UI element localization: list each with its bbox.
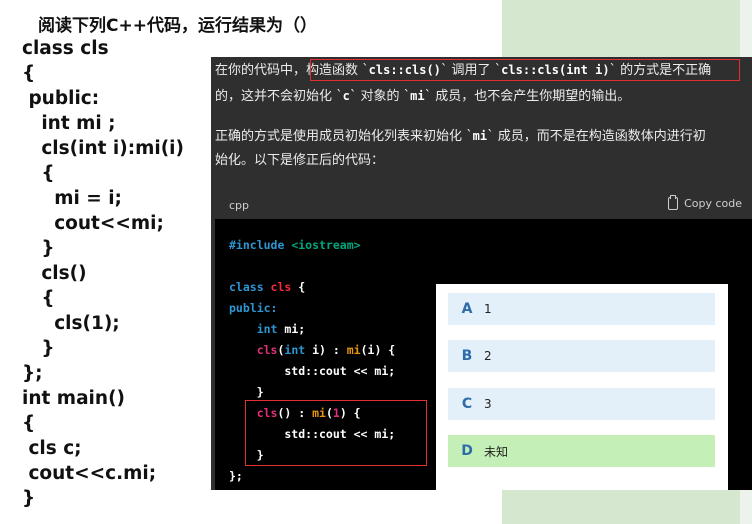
code-line: public: bbox=[229, 301, 278, 315]
answer-paragraph-2-line-1: 正确的方式是使用成员初始化列表来初始化 `mi` 成员，而不是在构造函数体内进行… bbox=[215, 129, 706, 144]
code-line: } bbox=[229, 385, 264, 399]
code-line: cls c; bbox=[22, 438, 82, 459]
option-a[interactable]: A 1 bbox=[448, 293, 715, 325]
option-letter: A bbox=[461, 301, 473, 317]
code-line: mi = i; bbox=[22, 188, 122, 209]
code-line: } bbox=[22, 338, 55, 359]
code-line: cout<<c.mi; bbox=[22, 463, 157, 484]
code-line: { bbox=[22, 163, 55, 184]
clipboard-icon bbox=[668, 195, 679, 210]
copy-code-button[interactable]: Copy code bbox=[668, 195, 742, 210]
answer-options-card: A 1 B 2 C 3 D 未知 bbox=[436, 284, 728, 490]
code-line: class cls { bbox=[229, 280, 306, 294]
code-line: class cls bbox=[22, 38, 109, 59]
code-language-label: cpp bbox=[229, 199, 250, 212]
code-block-header: cpp Copy code bbox=[215, 191, 752, 219]
option-letter: C bbox=[461, 396, 473, 412]
code-line: } bbox=[22, 238, 55, 259]
code-line: std::cout << mi; bbox=[229, 364, 396, 378]
code-line: int mi; bbox=[229, 322, 306, 336]
code-line: cls(int i) : mi(i) { bbox=[229, 343, 396, 357]
code-line: { bbox=[22, 413, 36, 434]
code-line: { bbox=[22, 288, 55, 309]
code-line: int mi ; bbox=[22, 113, 116, 134]
option-d[interactable]: D 未知 bbox=[448, 435, 715, 467]
answer-paragraph-2-line-2: 始化。以下是修正后的代码： bbox=[215, 153, 385, 168]
answer-paragraph-1-line-2: 的，这并不会初始化 `c` 对象的 `mi` 成员，也不会产生你期望的输出。 bbox=[215, 89, 631, 104]
code-line: int main() bbox=[22, 388, 125, 409]
code-line: cout<<mi; bbox=[22, 213, 164, 234]
code-line: cls(int i):mi(i) bbox=[22, 138, 184, 159]
option-text: 1 bbox=[484, 302, 492, 316]
code-line: public: bbox=[22, 88, 100, 109]
option-letter: D bbox=[461, 443, 473, 459]
code-line: { bbox=[22, 63, 36, 84]
code-line: }; bbox=[22, 363, 43, 384]
code-line: #include <iostream> bbox=[229, 238, 361, 252]
highlight-box bbox=[310, 59, 740, 81]
option-text: 3 bbox=[484, 397, 492, 411]
code-line: cls(1); bbox=[22, 313, 120, 334]
option-text: 2 bbox=[484, 349, 492, 363]
code-line: }; bbox=[229, 469, 243, 483]
option-letter: B bbox=[461, 348, 473, 364]
option-b[interactable]: B 2 bbox=[448, 340, 715, 372]
highlight-box bbox=[245, 400, 427, 466]
code-line: } bbox=[22, 488, 36, 509]
option-text: 未知 bbox=[484, 444, 509, 459]
question-title: 阅读下列C++代码，运行结果为（） bbox=[38, 16, 317, 36]
code-line: cls() bbox=[22, 263, 87, 284]
copy-code-label: Copy code bbox=[684, 197, 742, 210]
option-c[interactable]: C 3 bbox=[448, 388, 715, 420]
